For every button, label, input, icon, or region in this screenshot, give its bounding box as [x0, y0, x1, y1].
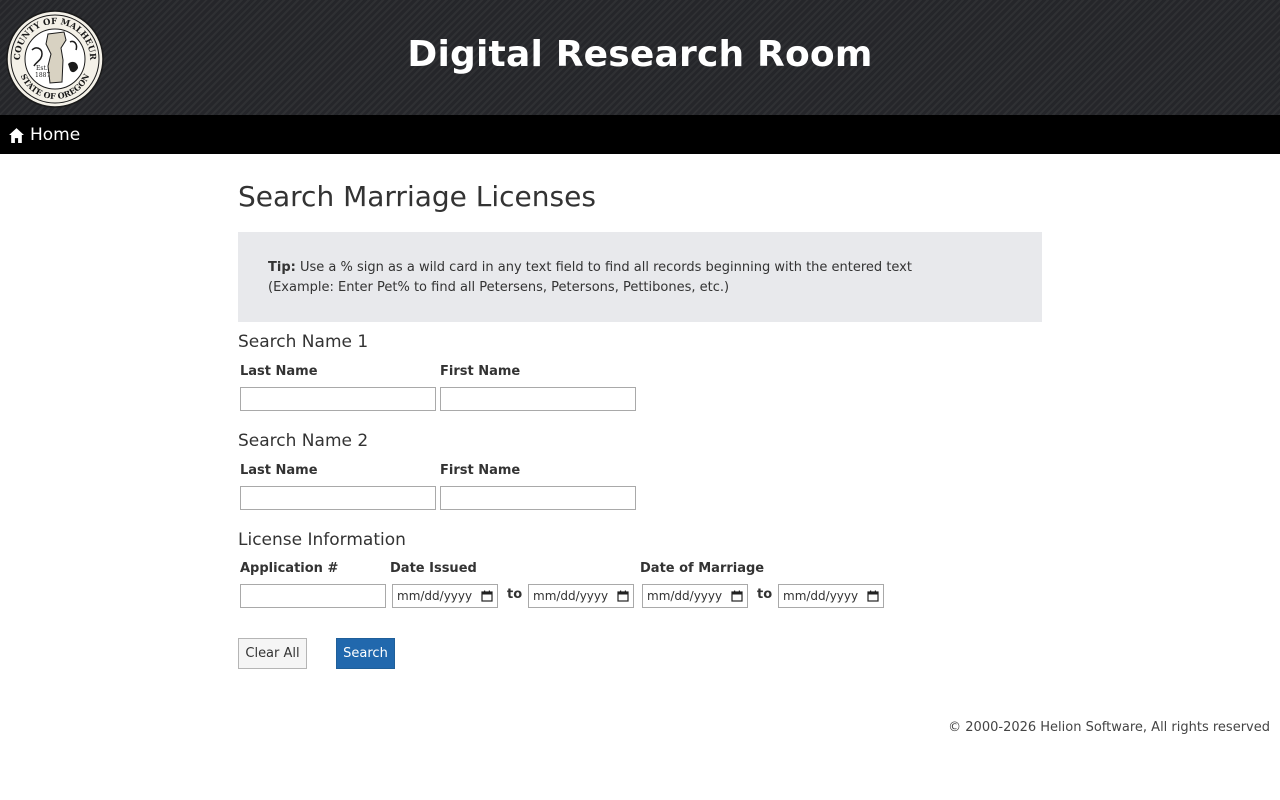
- application-number-label: Application #: [240, 561, 339, 576]
- page-title: Search Marriage Licenses: [238, 180, 596, 213]
- date-issued-label: Date Issued: [390, 561, 477, 576]
- name2-first-name-label: First Name: [440, 463, 521, 478]
- date-of-marriage-to-placeholder: mm/dd/yyyy: [783, 589, 859, 603]
- date-issued-to-input[interactable]: mm/dd/yyyy: [528, 584, 634, 608]
- footer-copyright: © 2000-2026 Helion Software, All rights …: [948, 720, 1270, 735]
- tip-label: Tip:: [268, 260, 296, 275]
- calendar-icon[interactable]: [731, 590, 743, 602]
- date-issued-from-input[interactable]: mm/dd/yyyy: [392, 584, 498, 608]
- date-of-marriage-to-input[interactable]: mm/dd/yyyy: [778, 584, 884, 608]
- section-title-name2: Search Name 2: [238, 431, 369, 451]
- name1-first-name-input[interactable]: [440, 387, 636, 411]
- nav-home-link[interactable]: Home: [8, 124, 80, 146]
- date-of-marriage-label: Date of Marriage: [640, 561, 765, 576]
- name2-first-name-input[interactable]: [440, 486, 636, 510]
- clear-all-button[interactable]: Clear All: [238, 638, 307, 669]
- home-icon: [9, 127, 24, 143]
- name1-last-name-label: Last Name: [240, 364, 318, 379]
- date-issued-to-placeholder: mm/dd/yyyy: [533, 589, 609, 603]
- main-content: Search Marriage Licenses Tip: Use a % si…: [238, 154, 1042, 714]
- date-issued-from-placeholder: mm/dd/yyyy: [397, 589, 473, 603]
- date-of-marriage-from-input[interactable]: mm/dd/yyyy: [642, 584, 748, 608]
- tip-line-2: (Example: Enter Pet% to find all Peterse…: [268, 280, 730, 295]
- section-title-license: License Information: [238, 530, 406, 550]
- calendar-icon[interactable]: [617, 590, 629, 602]
- calendar-icon[interactable]: [481, 590, 493, 602]
- calendar-icon[interactable]: [867, 590, 879, 602]
- top-navbar: Home: [0, 115, 1280, 154]
- date-of-marriage-from-placeholder: mm/dd/yyyy: [647, 589, 723, 603]
- name1-first-name-label: First Name: [440, 364, 521, 379]
- name2-last-name-label: Last Name: [240, 463, 318, 478]
- date-issued-to-label: to: [507, 587, 523, 602]
- tip-line-1: Tip: Use a % sign as a wild card in any …: [268, 260, 912, 275]
- name1-last-name-input[interactable]: [240, 387, 436, 411]
- search-button[interactable]: Search: [336, 638, 395, 669]
- date-of-marriage-to-label: to: [757, 587, 773, 602]
- nav-home-label: Home: [30, 125, 81, 145]
- name2-last-name-input[interactable]: [240, 486, 436, 510]
- header-banner: COUNTY OF MALHEUR STATE OF OREGON Est. 1…: [0, 0, 1280, 115]
- application-number-input[interactable]: [240, 584, 386, 608]
- tip-box: Tip: Use a % sign as a wild card in any …: [238, 232, 1042, 322]
- section-title-name1: Search Name 1: [238, 332, 369, 352]
- site-title: Digital Research Room: [407, 34, 873, 75]
